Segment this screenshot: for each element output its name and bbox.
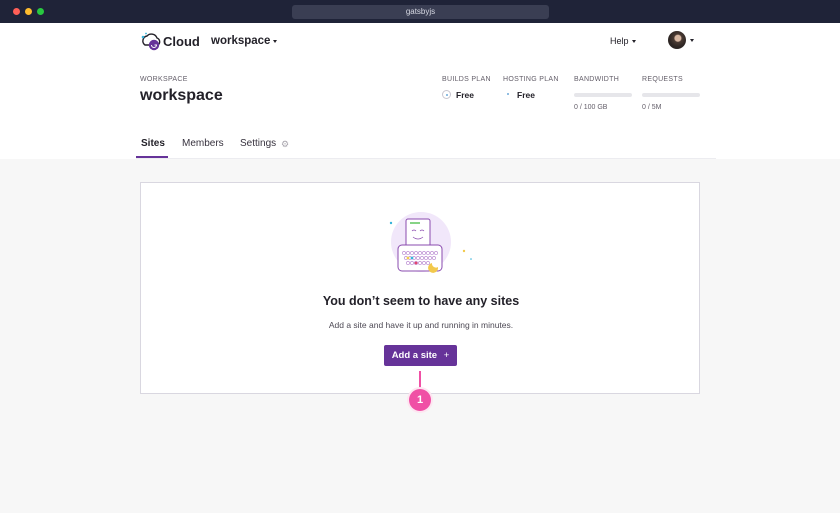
window-titlebar: gatsbyjs [0,0,840,23]
annotation-line [419,371,421,390]
maximize-window-button[interactable] [37,8,44,15]
builds-plan-icon [442,90,451,99]
requests-label: REQUESTS [642,76,683,83]
bandwidth-value: 0 / 100 GB [574,104,608,111]
avatar[interactable] [668,31,686,49]
hosting-plan-icon [504,90,513,99]
page-header: Cloud workspace Help WORKSPACE workspace… [0,23,840,159]
divider [136,158,716,159]
hosting-plan-label: HOSTING PLAN [503,76,559,83]
close-window-button[interactable] [13,8,20,15]
add-site-button[interactable]: Add a site + [384,345,457,366]
add-site-button-label: Add a site [391,350,438,361]
minimize-window-button[interactable] [25,8,32,15]
address-bar[interactable]: gatsbyjs [292,5,549,19]
chevron-down-icon[interactable] [690,39,694,42]
requests-progress [642,93,700,97]
gatsby-cloud-logo[interactable]: Cloud [140,31,200,53]
cloud-logo-icon [141,32,161,51]
plus-icon: + [443,350,450,361]
annotation-marker: 1 [409,389,431,411]
builds-plan-label: BUILDS PLAN [442,76,491,83]
hosting-plan-value: Free [517,90,535,100]
workspace-selector[interactable]: workspace [211,35,270,47]
builds-plan-value: Free [456,90,474,100]
chevron-down-icon[interactable] [273,40,277,43]
gear-icon: ⚙ [281,139,290,149]
tab-sites[interactable]: Sites [141,138,165,149]
bandwidth-progress [574,93,632,97]
tab-members[interactable]: Members [182,138,224,149]
bandwidth-label: BANDWIDTH [574,76,620,83]
chevron-down-icon[interactable] [632,40,636,43]
page-title: workspace [140,87,223,104]
empty-state-title: You don’t seem to have any sites [322,294,520,308]
empty-state-card: You don’t seem to have any sites Add a s… [140,182,700,394]
empty-state-subtitle: Add a site and have it up and running in… [328,320,514,330]
help-menu[interactable]: Help [610,36,629,46]
typewriter-illustration [389,212,472,273]
tab-settings[interactable]: Settings [240,138,276,149]
logo-text: Cloud [163,34,200,49]
requests-value: 0 / 5M [642,104,662,111]
workspace-label: WORKSPACE [140,76,188,83]
